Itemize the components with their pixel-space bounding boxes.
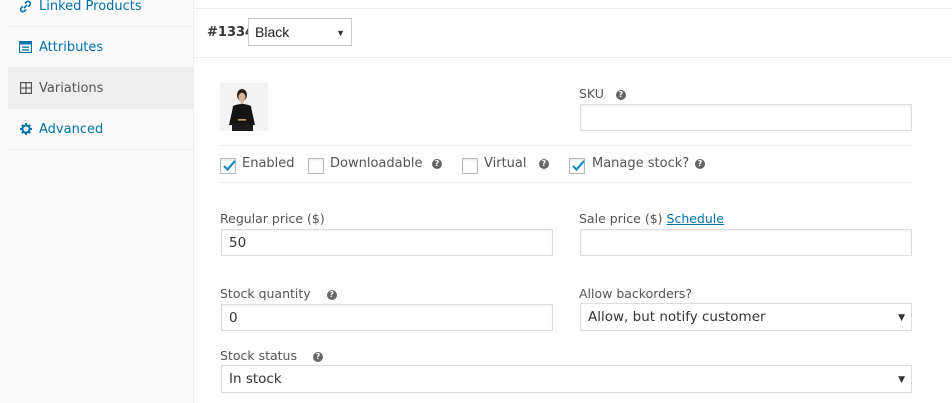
- help-icon[interactable]: ?: [539, 159, 549, 169]
- sidebar-item-variations[interactable]: Variations: [8, 68, 193, 109]
- variation-image[interactable]: [220, 83, 268, 131]
- sidebar-item-label: Advanced: [39, 121, 104, 137]
- sale-price-label: Sale price ($) Schedule: [579, 211, 724, 226]
- help-icon[interactable]: ?: [326, 289, 337, 300]
- product-data-tabs: Linked Products Attributes Variations Ad…: [0, 0, 194, 403]
- sale-price-input[interactable]: [580, 229, 912, 256]
- virtual-label: Virtual: [484, 156, 527, 171]
- help-icon[interactable]: ?: [695, 159, 705, 169]
- gear-icon: [19, 123, 32, 136]
- help-icon[interactable]: ?: [432, 159, 442, 169]
- grid-icon: [19, 82, 32, 95]
- select-value: Black: [255, 24, 290, 40]
- variation-attribute-select[interactable]: Black ▼: [248, 18, 352, 46]
- divider: [194, 0, 952, 9]
- select-value: In stock: [229, 371, 282, 387]
- backorders-select[interactable]: Allow, but notify customer ▼: [580, 303, 912, 331]
- regular-price-input[interactable]: 50: [221, 229, 553, 256]
- sidebar-item-advanced[interactable]: Advanced: [8, 109, 193, 150]
- backorders-label: Allow backorders?: [579, 286, 693, 301]
- sidebar-item-label: Attributes: [39, 39, 104, 55]
- stock-status-select[interactable]: In stock ▼: [221, 365, 912, 393]
- regular-price-label: Regular price ($): [220, 211, 325, 226]
- divider: [220, 182, 912, 183]
- list-icon: [19, 41, 32, 54]
- sidebar-item-label: Linked Products: [39, 0, 142, 14]
- divider: [220, 145, 912, 146]
- stock-quantity-label: Stock quantity ?: [220, 286, 337, 301]
- virtual-checkbox[interactable]: [462, 158, 478, 174]
- sku-label: SKU ?: [579, 86, 626, 101]
- manage-stock-checkbox[interactable]: [569, 158, 585, 174]
- stock-status-label: Stock status ?: [220, 348, 323, 363]
- enabled-label: Enabled: [242, 156, 295, 171]
- dropdown-arrow-icon: ▼: [898, 313, 905, 323]
- enabled-checkbox[interactable]: [220, 158, 236, 174]
- select-value: Allow, but notify customer: [588, 309, 766, 325]
- dropdown-arrow-icon: ▼: [336, 28, 345, 38]
- sidebar-item-linked-products[interactable]: Linked Products: [8, 0, 193, 27]
- stock-quantity-input[interactable]: 0: [221, 304, 553, 331]
- link-icon: [19, 0, 32, 13]
- manage-stock-label: Manage stock?: [592, 156, 690, 171]
- variation-header[interactable]: #1334 Black ▼: [194, 9, 952, 58]
- downloadable-label: Downloadable: [330, 156, 423, 171]
- sidebar-item-attributes[interactable]: Attributes: [8, 27, 193, 68]
- dropdown-arrow-icon: ▼: [898, 375, 905, 385]
- sku-input[interactable]: [580, 104, 912, 131]
- downloadable-checkbox[interactable]: [308, 158, 324, 174]
- help-icon[interactable]: ?: [312, 351, 323, 362]
- help-icon[interactable]: ?: [615, 89, 626, 100]
- variation-panel: SKU ? Enabled Downloadable ? Virtual ? M…: [194, 58, 952, 403]
- schedule-link[interactable]: Schedule: [667, 211, 724, 226]
- sidebar-item-label: Variations: [39, 80, 104, 96]
